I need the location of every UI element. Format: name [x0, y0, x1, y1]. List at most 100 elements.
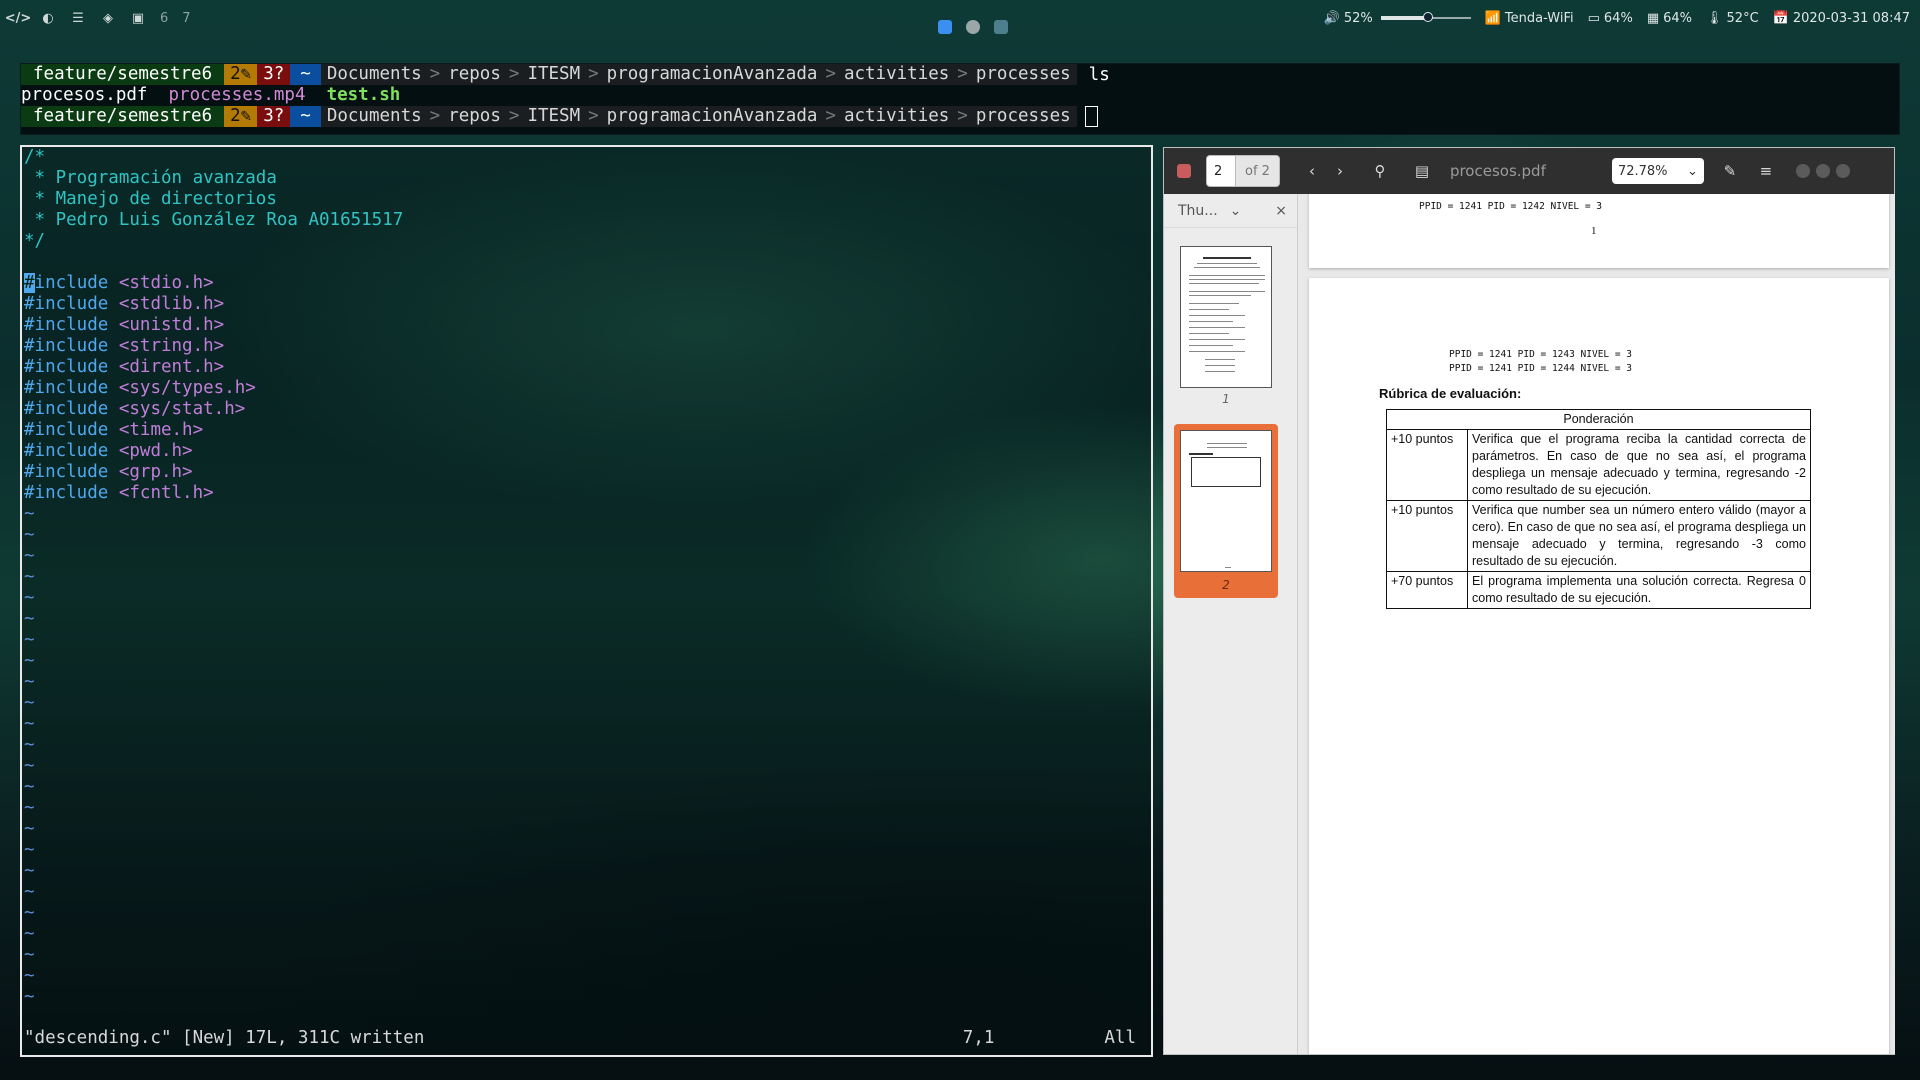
zoom-icon[interactable]	[938, 20, 952, 34]
next-page-icon[interactable]: ›	[1326, 157, 1354, 185]
clock[interactable]: 📅 2020-03-31 08:47	[1773, 11, 1910, 26]
include-keyword: #include	[24, 420, 109, 440]
workspace-7[interactable]: 7	[182, 11, 190, 26]
pdf-viewer-window: 2 of 2 ‹ › ⚲ ▤ procesos.pdf 72.78% ⌄ ✎ ≡…	[1163, 147, 1895, 1055]
topbar-right: 🔊 52% 📶 Tenda-WiFi ▭ 64% ▦ 64% 🌡 52°C 📅 …	[1324, 11, 1910, 26]
include-header: <dirent.h>	[118, 357, 225, 377]
close-icon[interactable]	[1835, 164, 1850, 178]
include-keyword: include	[34, 273, 109, 293]
path-separator-icon: >	[823, 106, 838, 127]
cursor-char: #	[24, 273, 35, 293]
page-number-input[interactable]: 2	[1206, 155, 1236, 187]
volume-knob[interactable]	[1422, 12, 1433, 22]
empty-line: ~	[22, 924, 1151, 945]
circle-icon[interactable]: ◐	[40, 10, 56, 26]
volume-label: 52%	[1343, 10, 1373, 26]
thumbnail-label: 2	[1222, 578, 1230, 592]
path-segment: repos	[442, 64, 507, 85]
include-header: <stdio.h>	[118, 273, 214, 293]
minimize-icon[interactable]	[1795, 164, 1810, 178]
empty-line-marker: ~	[24, 672, 35, 692]
volume-slider[interactable]	[1380, 12, 1471, 22]
thumbnail-page-2[interactable]: 2	[1174, 424, 1278, 598]
git-modified-count: 2✎	[224, 64, 258, 85]
close-icon[interactable]: ×	[1275, 203, 1287, 219]
home-segment: ~	[290, 106, 321, 127]
window-controls	[1790, 164, 1850, 178]
empty-line: ~	[22, 714, 1151, 735]
git-untracked-count: 3?	[257, 106, 291, 127]
wifi-indicator[interactable]: 📶 Tenda-WiFi	[1485, 11, 1574, 26]
empty-line-marker: ~	[24, 609, 35, 629]
settings-icon[interactable]	[966, 20, 980, 34]
document-view[interactable]: PPID = 1236 PID = 1241 NIVEL = 2 PPID = …	[1299, 194, 1895, 1054]
code-line: */	[22, 231, 1151, 252]
search-icon[interactable]: ⚲	[1366, 157, 1394, 185]
terminal-window[interactable]: feature/semestre6 2✎ 3? ~ Documents > repos > IT…	[20, 63, 1900, 135]
empty-line-marker: ~	[24, 966, 35, 986]
empty-line: ~	[22, 630, 1151, 651]
empty-line-marker: ~	[24, 840, 35, 860]
pdf-text-line: PPID = 1241 PID = 1242 NIVEL = 3	[1419, 201, 1603, 212]
code-line: #include <stdlib.h>	[22, 294, 1151, 315]
code-line: #include <pwd.h>	[22, 441, 1151, 462]
layout-icon[interactable]: ▣	[130, 10, 146, 26]
pdf-text-line: PPID = 1241 PID = 1243 NIVEL = 3	[1449, 349, 1633, 360]
spotify-icon[interactable]: ☰	[70, 10, 86, 26]
chevron-down-icon: ⌄	[1229, 202, 1242, 219]
code-comment: */	[24, 231, 46, 251]
empty-line-marker: ~	[24, 693, 35, 713]
empty-line-marker: ~	[24, 924, 35, 944]
rubric-description: Verifica que el programa reciba la canti…	[1467, 429, 1811, 501]
include-keyword: #include	[24, 294, 109, 314]
code-line: #include <grp.h>	[22, 462, 1151, 483]
sidebar-mode-select[interactable]: Thu... ⌄	[1178, 203, 1241, 219]
empty-line-marker: ~	[24, 546, 35, 566]
table-row: +70 puntos El programa implementa una so…	[1386, 571, 1811, 609]
previous-page-icon[interactable]: ‹	[1298, 157, 1326, 185]
prompt-line-current[interactable]: feature/semestre6 2✎ 3? ~ Documents > repos > IT…	[21, 106, 1899, 127]
path-separator-icon: >	[955, 64, 970, 85]
image-icon[interactable]	[994, 20, 1008, 34]
topbar-left: </> ◐ ☰ ◈ ▣ 6 7	[5, 10, 191, 26]
thermometer-icon: 🌡	[1706, 10, 1723, 26]
rubric-header-row: Ponderación	[1386, 409, 1811, 430]
volume-indicator[interactable]: 🔊 52%	[1324, 11, 1471, 26]
rubric-points: +70 puntos	[1386, 571, 1468, 609]
zoom-select[interactable]: 72.78% ⌄	[1611, 158, 1704, 184]
empty-line: ~	[22, 735, 1151, 756]
scroll-indicator: All	[1104, 1028, 1136, 1048]
code-icon[interactable]: </>	[5, 10, 32, 26]
thumbnail-page-1[interactable]: 1	[1174, 240, 1278, 408]
include-header: <unistd.h>	[118, 315, 225, 335]
include-header: <string.h>	[118, 336, 225, 356]
path-segment: programacionAvanzada	[600, 106, 824, 127]
sidebar-toggle-icon[interactable]	[1170, 157, 1198, 185]
empty-line-marker: ~	[24, 777, 35, 797]
document-icon[interactable]: ▤	[1408, 157, 1436, 185]
maximize-icon[interactable]	[1815, 164, 1830, 178]
annotate-icon[interactable]: ✎	[1716, 157, 1744, 185]
empty-line: ~	[22, 609, 1151, 630]
empty-line-marker: ~	[24, 756, 35, 776]
empty-line-marker: ~	[24, 903, 35, 923]
vim-editor[interactable]: /* * Programación avanzada * Manejo de d…	[20, 145, 1153, 1057]
menu-icon[interactable]: ≡	[1752, 157, 1780, 185]
include-keyword: #include	[24, 357, 109, 377]
empty-line: ~	[22, 798, 1151, 819]
editor-buffer[interactable]: /* * Programación avanzada * Manejo de d…	[22, 147, 1151, 1008]
code-line: * Pedro Luis González Roa A01651517	[22, 210, 1151, 231]
zoom-value: 72.78%	[1617, 163, 1668, 179]
code-line: #include <unistd.h>	[22, 315, 1151, 336]
empty-line: ~	[22, 861, 1151, 882]
empty-line: ~	[22, 651, 1151, 672]
diamond-icon[interactable]: ◈	[100, 10, 116, 26]
empty-line: ~	[22, 693, 1151, 714]
rubric-points: +10 puntos	[1386, 500, 1468, 572]
include-header: <fcntl.h>	[118, 483, 214, 503]
workspace-6[interactable]: 6	[160, 11, 168, 26]
